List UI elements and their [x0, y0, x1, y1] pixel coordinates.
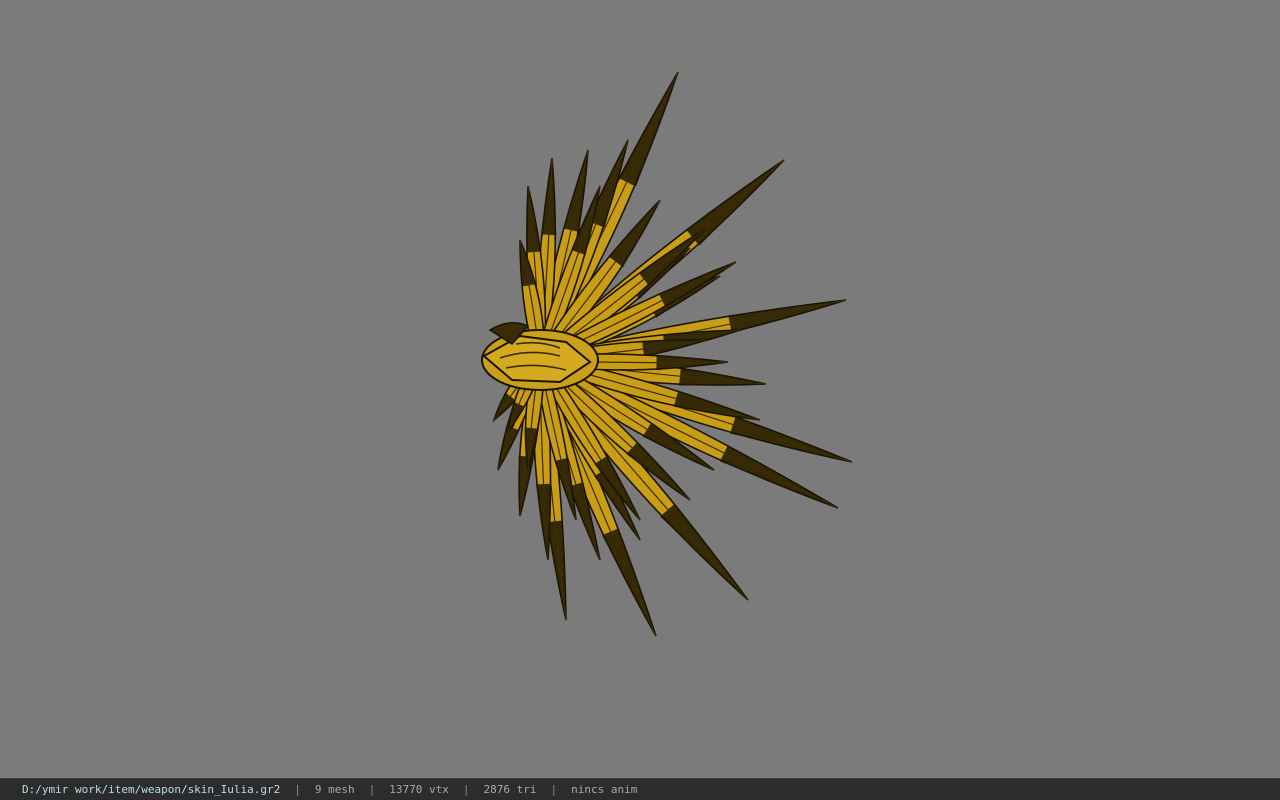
separator: |: [462, 783, 470, 796]
status-bar: D:/ymir work/item/weapon/skin_Iulia.gr2 |…: [0, 778, 1280, 800]
wing-model: [481, 71, 853, 637]
feather-tip: [601, 528, 656, 636]
feather-tip: [618, 72, 678, 187]
anim-status: nincs anim: [571, 783, 638, 796]
3d-viewport[interactable]: [0, 0, 1280, 778]
feather-tip: [730, 416, 852, 462]
file-path: D:/ymir work/item/weapon/skin_Iulia.gr2: [22, 783, 281, 796]
triangle-count: 2876 tri: [483, 783, 537, 796]
feather-tip: [728, 300, 846, 334]
separator: |: [368, 783, 376, 796]
vertex-count: 13770 vtx: [389, 783, 449, 796]
separator: |: [294, 783, 301, 796]
separator: |: [550, 783, 558, 796]
mesh-count: 9 mesh: [314, 783, 355, 796]
